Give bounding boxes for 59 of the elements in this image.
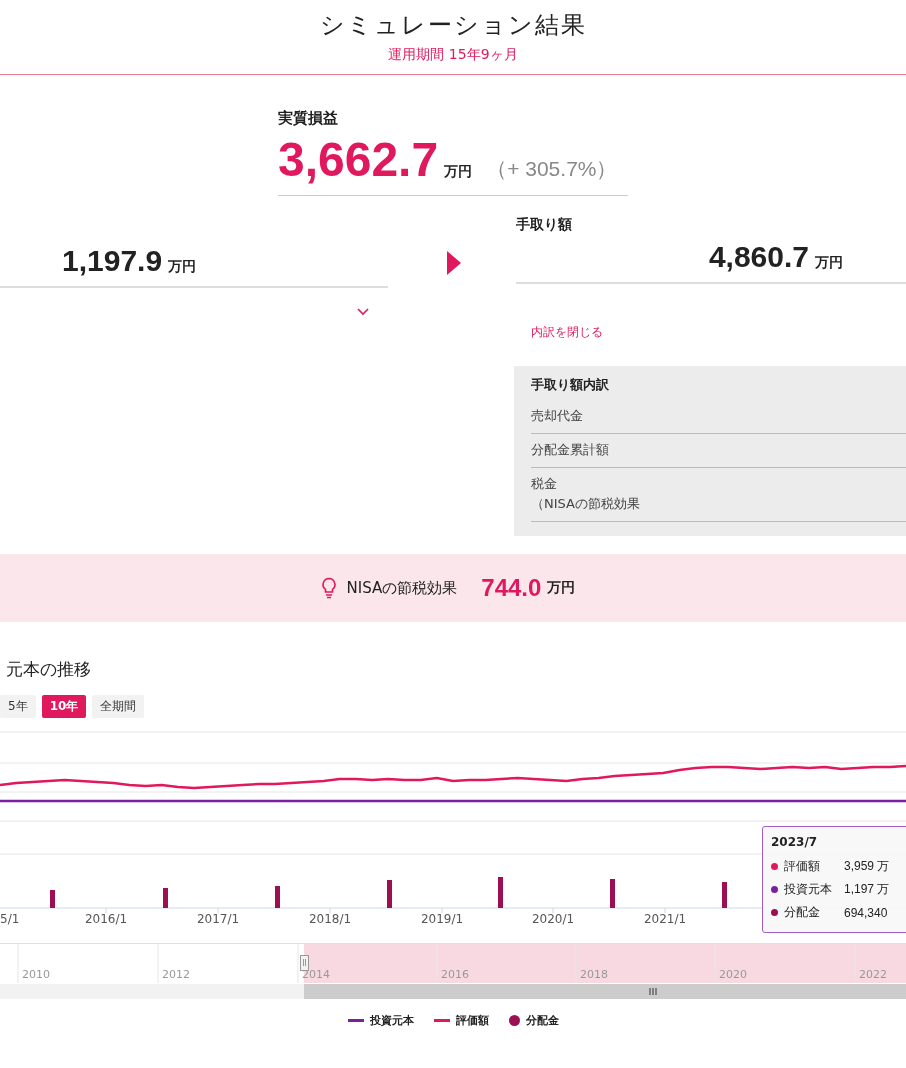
tooltip-label: 評価額 [784, 858, 821, 875]
dividend-bar [610, 879, 615, 908]
axis-label: 2016/1 [84, 912, 128, 926]
dividend-bar [163, 888, 168, 908]
nisa-value: 744.0 [481, 574, 542, 602]
dividend-bar [722, 882, 727, 908]
legend-label[interactable]: 投資元本 [369, 1013, 414, 1028]
tooltip-date: 2023/7 [771, 835, 819, 849]
breakdown-label: 売却代金 [531, 407, 584, 425]
range-tab[interactable]: 5年 [0, 695, 36, 718]
axis-label: 2020/1 [531, 912, 575, 926]
breakdown-title: 手取り額内訳 [531, 376, 610, 394]
lightbulb-icon [320, 577, 337, 599]
tooltip-value: 694,340 [844, 905, 888, 920]
axis-label: 2018/1 [308, 912, 352, 926]
takehome-label: 手取り額 [516, 216, 573, 234]
axis-label: 2017/1 [196, 912, 240, 926]
page-title: シミュレーション結果 [318, 10, 588, 41]
axis-label: 5/1 [0, 912, 20, 926]
tooltip-label: 投資元本 [784, 881, 833, 898]
dividend-bar [275, 886, 280, 908]
dividend-bar [387, 880, 392, 908]
range-handle[interactable] [300, 955, 309, 971]
breakdown-note: （NISAの節税効果 [531, 495, 641, 513]
navigator-year: 2022 [859, 968, 887, 981]
range-tab[interactable]: 全期間 [92, 695, 145, 718]
unit-text: 万円 [547, 579, 576, 597]
principal-value: 1,197.9 [62, 244, 163, 278]
breakdown-label: 税金 [531, 475, 558, 493]
tooltip-label: 分配金 [784, 904, 821, 921]
breakdown-label: 分配金累計額 [531, 441, 610, 459]
axis-label: 2019/1 [420, 912, 464, 926]
takehome-value: 4,860.7 [708, 240, 809, 274]
period-text: 運用期間 15年9ヶ月 [387, 46, 519, 64]
navigator-year: 2016 [441, 968, 469, 981]
tooltip-value: 1,197 万 [844, 881, 890, 898]
nisa-label: NISAの節税効果 [346, 578, 458, 598]
dividend-bar [50, 890, 55, 908]
navigator-year: 2018 [580, 968, 608, 981]
chevron-icon[interactable] [357, 308, 369, 316]
unit-text: 万円 [815, 254, 843, 272]
navigator-year: 2010 [22, 968, 50, 981]
profit-label: 実質損益 [278, 109, 339, 128]
range-tab[interactable]: 10年 [41, 695, 87, 718]
navigator-year: 2020 [719, 968, 747, 981]
profit-value: 3,662.7 [278, 132, 439, 187]
tooltip-value: 3,959 万 [844, 858, 890, 875]
profit-rate: （+ 305.7%） [486, 156, 618, 182]
navigator-year: 2012 [162, 968, 190, 981]
legend-label[interactable]: 評価額 [455, 1013, 489, 1028]
scrollbar-thumb[interactable] [304, 984, 906, 999]
chart-title: 元本の推移 [6, 658, 92, 681]
legend-label[interactable]: 分配金 [525, 1013, 559, 1028]
close-breakdown-link[interactable]: 内訳を閉じる [531, 324, 603, 341]
axis-label: 2021/1 [643, 912, 687, 926]
unit-text: 万円 [444, 163, 473, 181]
unit-text: 万円 [168, 258, 197, 276]
dividend-bar [498, 877, 503, 908]
arrow-icon [447, 251, 461, 275]
